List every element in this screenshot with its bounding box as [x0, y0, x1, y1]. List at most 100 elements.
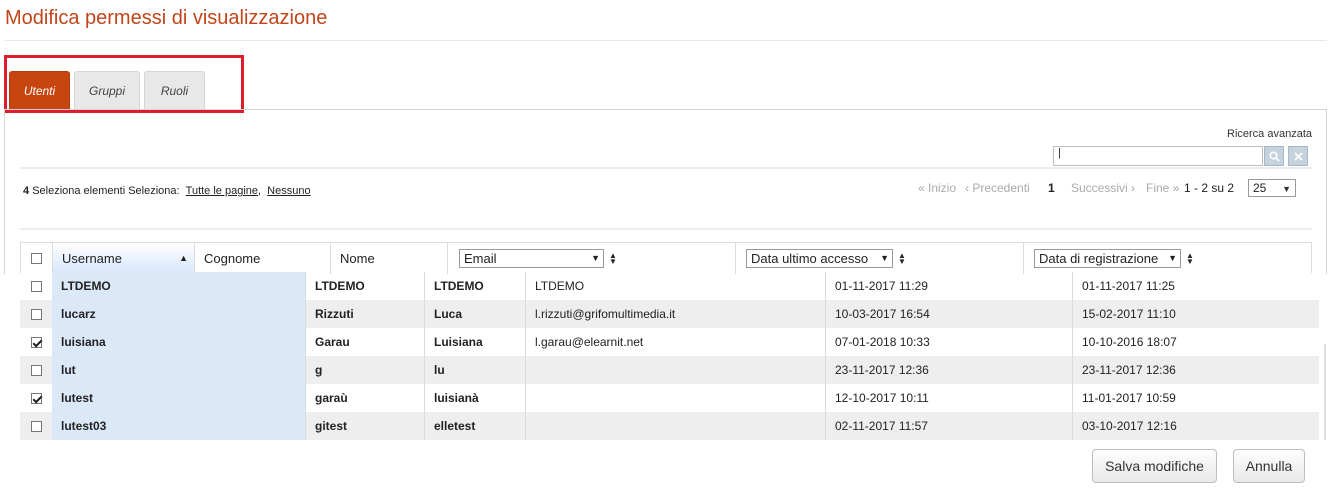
email-column-label: Email — [464, 251, 497, 266]
search-input[interactable]: | — [1053, 146, 1263, 166]
cell-email — [526, 356, 826, 384]
chevron-down-icon: ▼ — [1168, 253, 1177, 263]
sort-asc-icon: ▲ — [179, 253, 188, 263]
header-select-all — [21, 243, 53, 274]
sort-both-icon[interactable]: ▲ ▼ — [898, 251, 906, 265]
row-checkbox-checked[interactable] — [30, 392, 42, 404]
column-username-label: Username — [62, 251, 122, 266]
cell-registration: 15-02-2017 11:10 — [1082, 307, 1176, 321]
email-column-select[interactable]: Email ▼ — [459, 249, 604, 268]
row-checkbox-checked[interactable] — [30, 336, 42, 348]
cell-last-access: 02-11-2017 11:57 — [826, 412, 1073, 440]
column-registration: Data di registrazione ▼ ▲ ▼ — [1024, 243, 1311, 274]
cell-cognome: gitest — [306, 412, 425, 440]
registration-column-select[interactable]: Data di registrazione ▼ — [1034, 249, 1181, 268]
pager-first[interactable]: « Inizio — [918, 181, 956, 195]
selection-label: Seleziona elementi — [32, 185, 126, 197]
magnifier-icon — [1268, 150, 1280, 162]
chevron-down-icon: ▼ — [591, 253, 600, 263]
cell-cognome: g — [306, 356, 425, 384]
row-checkbox[interactable] — [30, 364, 42, 376]
row-checkbox-cell — [20, 272, 52, 300]
cell-username: lutest — [52, 384, 306, 412]
row-checkbox[interactable] — [30, 420, 42, 432]
cell-username: luisiana — [52, 328, 306, 356]
cell-cognome: Rizzuti — [306, 300, 425, 328]
column-nome[interactable]: Nome — [331, 243, 448, 274]
tab-utenti[interactable]: Utenti — [9, 71, 70, 110]
pager-current: 1 — [1048, 181, 1055, 195]
tab-gruppi[interactable]: Gruppi — [74, 71, 140, 110]
row-checkbox[interactable] — [30, 280, 42, 292]
selected-count: 4 — [23, 185, 30, 197]
cell-registration: 01-11-2017 11:25 — [1082, 279, 1175, 293]
cell-last-access: 07-01-2018 10:33 — [826, 328, 1073, 356]
cell-cognome: LTDEMO — [306, 272, 425, 300]
registration-column-label: Data di registrazione — [1039, 251, 1159, 266]
pager-next[interactable]: Successivi › — [1071, 181, 1135, 195]
column-cognome-label: Cognome — [204, 251, 261, 266]
sort-both-icon[interactable]: ▲ ▼ — [1186, 251, 1194, 265]
column-email: Email ▼ ▲ ▼ — [448, 243, 736, 274]
table-row[interactable]: luisiana Garau Luisiana l.garau@elearnit… — [20, 328, 1319, 356]
cell-username: lucarz — [52, 300, 306, 328]
selection-info: 4 Seleziona elementi Seleziona: Tutte le… — [23, 185, 311, 197]
cell-nome: Luisiana — [425, 328, 526, 356]
selection-separator: , — [258, 185, 262, 197]
cell-registration: 03-10-2017 12:16 — [1082, 419, 1177, 433]
page-size-value: 25 — [1253, 181, 1267, 195]
page-title: Modifica permessi di visualizzazione — [5, 7, 328, 29]
select-all-pages-link[interactable]: Tutte le pagine — [186, 185, 258, 197]
chevron-down-icon: ▼ — [1282, 184, 1291, 194]
select-none-link[interactable]: Nessuno — [267, 185, 310, 197]
cell-cognome: garaù — [306, 384, 425, 412]
cell-email — [526, 384, 826, 412]
column-username[interactable]: Username ▲ — [53, 243, 195, 274]
cell-email: LTDEMO — [526, 272, 826, 300]
table-row[interactable]: lut g lu 23-11-2017 12:36 23-11-2017 12:… — [20, 356, 1319, 384]
cell-nome: LTDEMO — [425, 272, 526, 300]
column-nome-label: Nome — [340, 251, 375, 266]
cell-registration: 10-10-2016 18:07 — [1082, 335, 1177, 349]
sort-both-icon[interactable]: ▲ ▼ — [609, 251, 617, 265]
clear-search-button[interactable] — [1288, 146, 1308, 166]
column-cognome[interactable]: Cognome — [195, 243, 331, 274]
table-header: Username ▲ Cognome Nome Email ▼ ▲ ▼ Data … — [20, 242, 1312, 274]
tab-ruoli[interactable]: Ruoli — [144, 71, 205, 110]
column-last-access: Data ultimo accesso ▼ ▲ ▼ — [736, 243, 1024, 274]
cancel-button[interactable]: Annulla — [1233, 449, 1305, 483]
table-row[interactable]: lutest03 gitest elletest 02-11-2017 11:5… — [20, 412, 1319, 440]
cell-nome: Luca — [425, 300, 526, 328]
row-checkbox-cell — [20, 328, 52, 356]
table-row[interactable]: lucarz Rizzuti Luca l.rizzuti@grifomulti… — [20, 300, 1319, 328]
row-checkbox-cell — [20, 300, 52, 328]
cell-last-access: 12-10-2017 10:11 — [826, 384, 1073, 412]
pager-prev[interactable]: ‹ Precedenti — [965, 181, 1030, 195]
scrollbar[interactable] — [1324, 344, 1326, 440]
cell-nome: lu — [425, 356, 526, 384]
search-button[interactable] — [1264, 146, 1284, 166]
cell-cognome: Garau — [306, 328, 425, 356]
page-size-select[interactable]: 25 ▼ — [1248, 179, 1296, 197]
advanced-search-link[interactable]: Ricerca avanzata — [1227, 128, 1312, 140]
last-access-column-label: Data ultimo accesso — [751, 251, 869, 266]
pager-last[interactable]: Fine » — [1146, 181, 1179, 195]
cell-registration: 23-11-2017 12:36 — [1082, 363, 1176, 377]
table-row[interactable]: LTDEMO LTDEMO LTDEMO LTDEMO 01-11-2017 1… — [20, 272, 1319, 300]
row-checkbox[interactable] — [30, 308, 42, 320]
table-body: LTDEMO LTDEMO LTDEMO LTDEMO 01-11-2017 1… — [20, 272, 1319, 440]
select-all-checkbox[interactable] — [31, 253, 42, 264]
cell-last-access: 01-11-2017 11:29 — [826, 272, 1073, 300]
divider — [20, 228, 1312, 230]
table-row[interactable]: lutest garaù luisianà 12-10-2017 10:11 1… — [20, 384, 1319, 412]
cell-username: lutest03 — [52, 412, 306, 440]
row-checkbox-cell — [20, 356, 52, 384]
save-button[interactable]: Salva modifiche — [1092, 449, 1217, 483]
select-label: Seleziona: — [128, 185, 180, 197]
divider — [20, 167, 1312, 169]
cell-email — [526, 412, 826, 440]
last-access-column-select[interactable]: Data ultimo accesso ▼ — [746, 249, 893, 268]
cell-email: l.garau@elearnit.net — [526, 328, 826, 356]
cell-email: l.rizzuti@grifomultimedia.it — [526, 300, 826, 328]
pager-range: 1 - 2 su 2 — [1184, 181, 1235, 195]
